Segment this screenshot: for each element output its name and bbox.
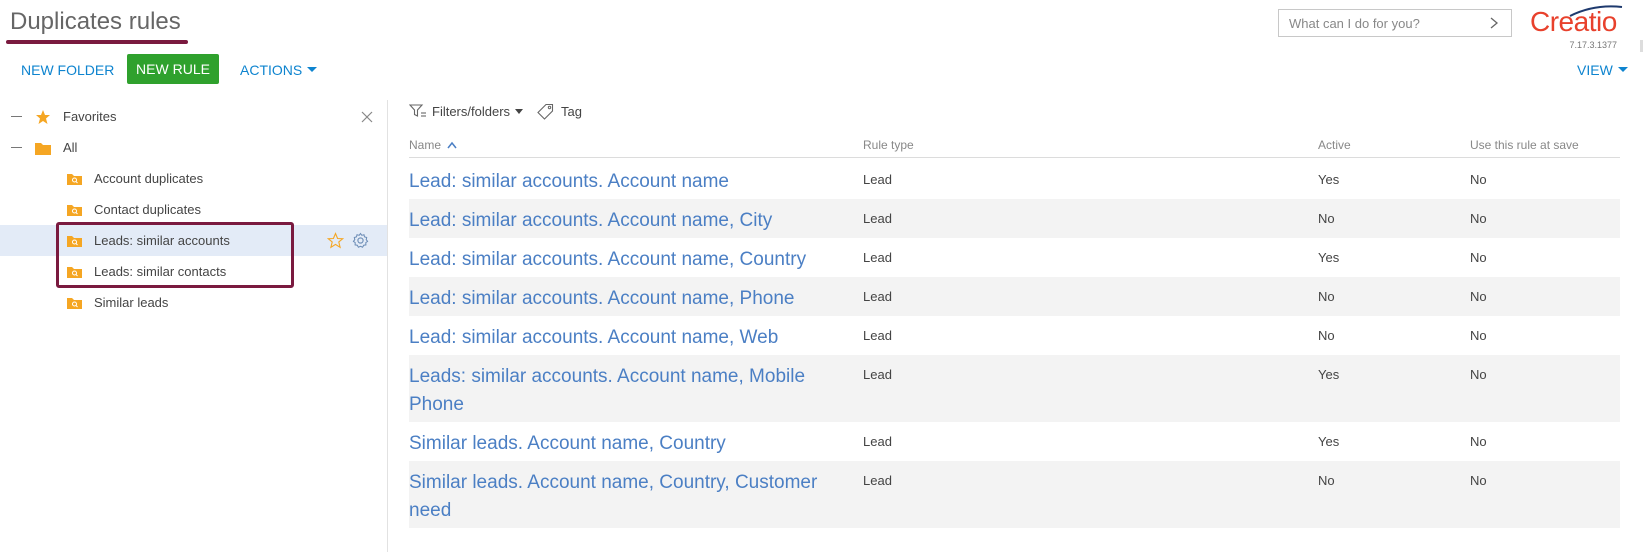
rule-name-link[interactable]: Lead: similar accounts. Account name, Co… (409, 246, 829, 274)
folder-item[interactable]: Leads: similar contacts (0, 256, 387, 287)
rule-name-link[interactable]: Lead: similar accounts. Account name, Ph… (409, 285, 829, 313)
table-row[interactable]: Lead: similar accounts. Account name, Ph… (409, 277, 1620, 316)
folder-panel: Favorites All Account duplicates Contact… (0, 100, 388, 552)
search-folder-icon (67, 298, 82, 309)
column-header-active[interactable]: Active (1318, 138, 1351, 152)
use-at-save-cell: No (1470, 473, 1487, 488)
rule-type-cell: Lead (863, 211, 892, 226)
filters-folders-button[interactable]: Filters/folders (432, 104, 510, 119)
active-cell: No (1318, 328, 1335, 343)
new-rule-button[interactable]: NEW RULE (127, 54, 219, 84)
rule-name-link[interactable]: Similar leads. Account name, Country, Cu… (409, 469, 829, 525)
add-to-favorites-icon[interactable] (327, 232, 344, 249)
star-icon (36, 109, 50, 124)
active-cell: Yes (1318, 250, 1340, 265)
table-row[interactable]: Lead: similar accounts. Account name, Ci… (409, 199, 1620, 238)
table-row[interactable]: Similar leads. Account name, Country, Cu… (409, 461, 1620, 528)
search-folder-icon (67, 267, 82, 278)
column-header-use-at-save[interactable]: Use this rule at save (1470, 138, 1579, 152)
rule-type-cell: Lead (863, 172, 892, 187)
command-line[interactable] (1278, 9, 1512, 37)
table-row[interactable]: Similar leads. Account name, Country Lea… (409, 422, 1620, 461)
logo-swoosh-icon (1569, 5, 1623, 17)
column-label: Name (409, 138, 442, 152)
folder-label: All (63, 140, 78, 155)
caret-down-icon (1617, 66, 1628, 72)
filter-bar: Filters/folders Tag (409, 100, 582, 122)
chevron-right-icon[interactable] (1487, 16, 1501, 30)
tag-icon[interactable] (537, 103, 554, 120)
rule-name-link[interactable]: Lead: similar accounts. Account name (409, 168, 829, 196)
use-at-save-cell: No (1470, 172, 1487, 187)
rule-name-link[interactable]: Lead: similar accounts. Account name, Ci… (409, 207, 829, 235)
search-folder-icon (67, 205, 82, 216)
view-menu[interactable]: VIEW (1577, 62, 1628, 78)
version-label: 7.17.3.1377 (1569, 40, 1617, 50)
rule-name-link[interactable]: Similar leads. Account name, Country (409, 430, 829, 458)
column-header-name[interactable]: Name (409, 138, 457, 152)
rule-type-cell: Lead (863, 328, 892, 343)
use-at-save-cell: No (1470, 434, 1487, 449)
page-title: Duplicates rules (10, 8, 181, 35)
table-row[interactable]: Lead: similar accounts. Account name Lea… (409, 160, 1620, 199)
tag-button[interactable]: Tag (561, 104, 582, 119)
use-at-save-cell: No (1470, 250, 1487, 265)
active-cell: Yes (1318, 367, 1340, 382)
folder-icon (35, 142, 51, 155)
folder-label: Leads: similar accounts (94, 233, 230, 248)
folder-label: Account duplicates (94, 171, 204, 186)
folder-item[interactable]: Similar leads (0, 287, 387, 318)
folder-item[interactable]: Account duplicates (0, 163, 387, 194)
column-header-rule-type[interactable]: Rule type (863, 138, 914, 152)
rule-name-link[interactable]: Leads: similar accounts. Account name, M… (409, 363, 829, 419)
folder-label: Favorites (63, 109, 117, 124)
table-row[interactable]: Lead: similar accounts. Account name, We… (409, 316, 1620, 355)
folder-all[interactable]: All (0, 132, 387, 163)
active-cell: Yes (1318, 172, 1340, 187)
rule-type-cell: Lead (863, 250, 892, 265)
active-cell: No (1318, 289, 1335, 304)
view-label: VIEW (1577, 62, 1613, 78)
active-cell: No (1318, 211, 1335, 226)
folder-label: Contact duplicates (94, 202, 201, 217)
use-at-save-cell: No (1470, 289, 1487, 304)
table-row[interactable]: Leads: similar accounts. Account name, M… (409, 355, 1620, 422)
gear-icon[interactable] (352, 232, 369, 249)
caret-down-icon[interactable] (515, 108, 524, 114)
active-cell: No (1318, 473, 1335, 488)
title-underline (6, 40, 188, 44)
rule-type-cell: Lead (863, 289, 892, 304)
folder-label: Similar leads (94, 295, 169, 310)
search-folder-icon (67, 174, 82, 185)
use-at-save-cell: No (1470, 367, 1487, 382)
table-row[interactable]: Lead: similar accounts. Account name, Co… (409, 238, 1620, 277)
folder-label: Leads: similar contacts (94, 264, 227, 279)
caret-down-icon (307, 66, 318, 72)
new-rule-label: NEW RULE (136, 61, 210, 77)
close-icon[interactable] (361, 111, 373, 123)
collapse-icon[interactable] (11, 115, 22, 118)
folder-item-selected[interactable]: Leads: similar accounts (0, 225, 387, 256)
folder-favorites[interactable]: Favorites (0, 101, 387, 132)
scroll-indicator (1640, 40, 1643, 52)
rule-type-cell: Lead (863, 434, 892, 449)
collapse-icon[interactable] (11, 146, 22, 149)
active-cell: Yes (1318, 434, 1340, 449)
search-folder-icon (67, 236, 82, 247)
rule-type-cell: Lead (863, 367, 892, 382)
command-input[interactable] (1289, 15, 1487, 31)
rule-name-link[interactable]: Lead: similar accounts. Account name, We… (409, 324, 829, 352)
grid-header: Name Rule type Active Use this rule at s… (409, 136, 1620, 158)
sort-ascending-icon[interactable] (447, 141, 457, 149)
filter-icon[interactable] (409, 103, 427, 119)
use-at-save-cell: No (1470, 328, 1487, 343)
rule-type-cell: Lead (863, 473, 892, 488)
actions-label: ACTIONS (240, 62, 303, 78)
folder-item[interactable]: Contact duplicates (0, 194, 387, 225)
new-folder-button[interactable]: NEW FOLDER (21, 62, 114, 78)
actions-menu[interactable]: ACTIONS (240, 62, 318, 78)
use-at-save-cell: No (1470, 211, 1487, 226)
